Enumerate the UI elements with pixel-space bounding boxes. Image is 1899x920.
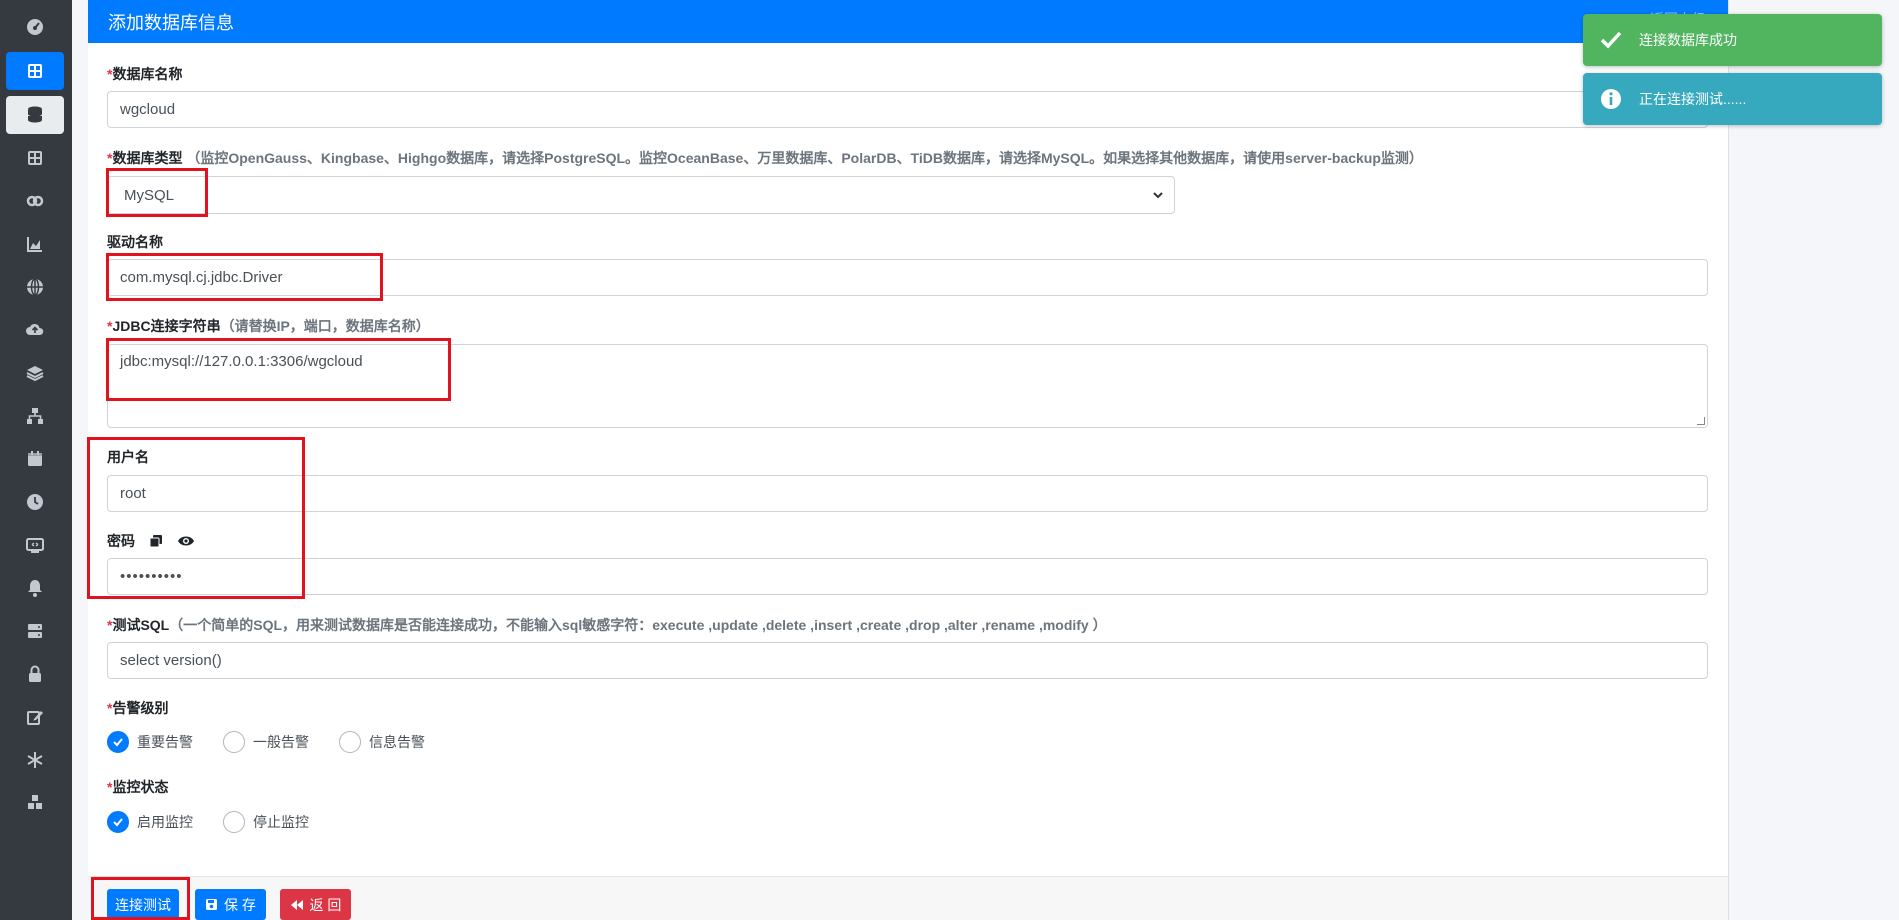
password-input[interactable]: •••••••••• xyxy=(107,558,1708,595)
alarm-level-label: *告警级别 xyxy=(107,700,169,716)
grid-icon[interactable] xyxy=(6,52,64,90)
edit-icon[interactable] xyxy=(6,698,64,736)
radio-monitor-on[interactable]: 启用监控 xyxy=(107,811,193,833)
test-sql-input[interactable]: select version() xyxy=(107,642,1708,679)
db-name-label: *数据库名称 xyxy=(107,66,183,82)
jdbc-textarea[interactable]: jdbc:mysql://127.0.0.1:3306/wgcloud xyxy=(107,344,1708,428)
snowflake-icon[interactable] xyxy=(6,741,64,779)
layers-icon[interactable] xyxy=(6,354,64,392)
lock-icon[interactable] xyxy=(6,655,64,693)
link-icon[interactable] xyxy=(6,182,64,220)
cubes-icon[interactable] xyxy=(6,784,64,822)
form-card: 添加数据库信息 返回上级 xyxy=(88,0,1728,920)
radio-unchecked-icon[interactable] xyxy=(223,731,245,753)
calendar-icon[interactable] xyxy=(6,440,64,478)
check-icon xyxy=(1600,31,1622,49)
db-type-select[interactable]: MySQL xyxy=(107,176,1175,214)
monitor-state-group: 启用监控 停止监控 xyxy=(107,811,339,833)
radio-monitor-off[interactable]: 停止监控 xyxy=(223,811,309,833)
right-panel xyxy=(1728,0,1899,920)
radio-alarm-normal[interactable]: 一般告警 xyxy=(223,731,309,753)
monitor-state-label: *监控状态 xyxy=(107,779,169,795)
clock-icon[interactable] xyxy=(6,483,64,521)
resize-handle[interactable] xyxy=(1697,417,1705,425)
toast-success[interactable]: 连接数据库成功 xyxy=(1583,14,1882,66)
back-button[interactable]: 返 回 xyxy=(280,889,351,920)
radio-checked-icon[interactable] xyxy=(107,731,129,753)
copy-icon[interactable] xyxy=(149,534,163,548)
bell-icon[interactable] xyxy=(6,569,64,607)
jdbc-label: *JDBC连接字符串（请替换IP，端口，数据库名称） xyxy=(107,318,430,334)
db-name-input[interactable]: wgcloud xyxy=(107,91,1708,128)
grid-icon[interactable] xyxy=(6,139,64,177)
info-icon xyxy=(1601,89,1621,109)
dashboard-icon[interactable] xyxy=(6,8,64,46)
driver-label: 驱动名称 xyxy=(107,234,163,250)
toast-info[interactable]: 正在连接测试...... xyxy=(1583,73,1882,125)
radio-checked-icon[interactable] xyxy=(107,811,129,833)
network-icon[interactable] xyxy=(6,397,64,435)
connect-test-button[interactable]: 连接测试 xyxy=(107,889,179,920)
eye-icon[interactable] xyxy=(177,534,195,548)
globe-icon[interactable] xyxy=(6,268,64,306)
db-type-hint: （监控OpenGauss、Kingbase、Highgo数据库，请选择Postg… xyxy=(186,150,1423,166)
jdbc-hint: （请替换IP，端口，数据库名称） xyxy=(220,318,430,334)
username-input[interactable]: root xyxy=(107,475,1708,512)
save-button[interactable]: 保 存 xyxy=(195,889,266,920)
username-label: 用户名 xyxy=(107,449,149,465)
card-header: 添加数据库信息 返回上级 xyxy=(88,0,1728,43)
sidebar xyxy=(0,0,72,920)
test-sql-label: *测试SQL（一个简单的SQL，用来测试数据库是否能连接成功，不能输入sql敏感… xyxy=(107,617,1107,633)
radio-unchecked-icon[interactable] xyxy=(339,731,361,753)
page-title: 添加数据库信息 xyxy=(108,13,234,33)
server-icon[interactable] xyxy=(6,612,64,650)
radio-alarm-info[interactable]: 信息告警 xyxy=(339,731,425,753)
chevron-down-icon xyxy=(1153,192,1163,199)
chart-area-icon[interactable] xyxy=(6,225,64,263)
save-icon xyxy=(206,899,218,910)
test-sql-hint: （一个简单的SQL，用来测试数据库是否能连接成功，不能输入sql敏感字符：exe… xyxy=(169,617,1107,633)
password-label: 密码 xyxy=(107,531,195,551)
db-type-label: *数据库类型 （监控OpenGauss、Kingbase、Highgo数据库，请… xyxy=(107,150,1423,166)
cloud-upload-icon[interactable] xyxy=(6,311,64,349)
alarm-level-group: 重要告警 一般告警 信息告警 xyxy=(107,731,455,753)
monitor-icon[interactable] xyxy=(6,526,64,564)
radio-unchecked-icon[interactable] xyxy=(223,811,245,833)
radio-alarm-important[interactable]: 重要告警 xyxy=(107,731,193,753)
backward-icon xyxy=(290,899,303,910)
database-icon[interactable] xyxy=(6,96,64,134)
driver-input[interactable]: com.mysql.cj.jdbc.Driver xyxy=(107,259,1708,296)
